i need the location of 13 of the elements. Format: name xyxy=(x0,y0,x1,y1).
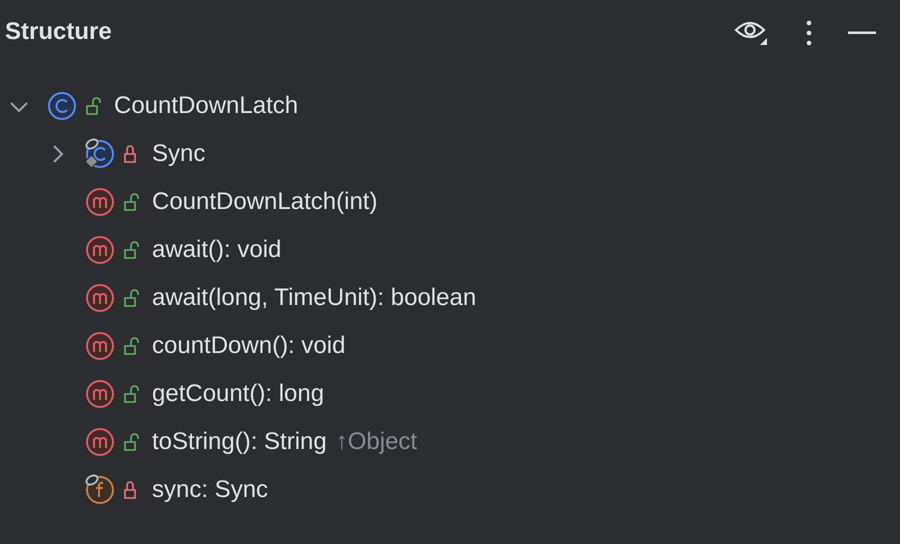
minimize-icon[interactable] xyxy=(848,31,876,35)
tree-item-label[interactable]: toString(): String xyxy=(152,428,327,456)
tree-item-label[interactable]: Sync xyxy=(152,140,206,168)
more-options-icon[interactable] xyxy=(806,20,812,46)
tree-item-label[interactable]: countDown(): void xyxy=(152,332,346,360)
tree-item-label[interactable]: await(long, TimeUnit): boolean xyxy=(152,284,476,312)
panel-title: Structure xyxy=(5,18,112,46)
tree-item-label[interactable]: CountDownLatch(int) xyxy=(152,188,378,216)
tree-item-label[interactable]: getCount(): long xyxy=(152,380,324,408)
tree-item-label[interactable]: CountDownLatch xyxy=(114,92,298,120)
tree-item-label[interactable]: await(): void xyxy=(152,236,282,264)
inherited-from-label: ↑Object xyxy=(336,428,418,456)
tree-item-label[interactable]: sync: Sync xyxy=(152,476,268,504)
